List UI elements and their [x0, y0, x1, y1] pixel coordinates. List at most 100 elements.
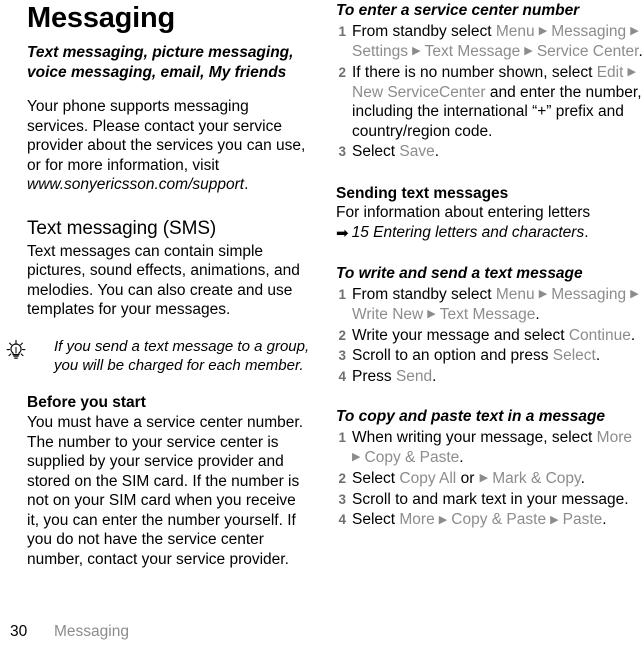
procedure-step: 4 Select More ▶ Copy & Paste ▶ Paste.: [336, 510, 643, 530]
step-text: From standby select: [352, 22, 496, 40]
ui-term: Text Message: [439, 305, 536, 323]
step-text: .: [535, 305, 540, 323]
ui-term: Mark & Copy: [492, 469, 581, 487]
page-footer: 30 Messaging: [10, 622, 129, 641]
step-number: 2: [338, 327, 346, 343]
step-text: From standby select: [352, 285, 496, 303]
sms-section-body: Text messages can contain simple picture…: [27, 242, 300, 319]
step-number: 3: [338, 348, 346, 363]
menu-separator-arrow-icon: ▶: [521, 45, 536, 57]
menu-separator-arrow-icon: ▶: [535, 288, 551, 300]
step-number: 1: [338, 23, 346, 39]
ui-term: Service Center: [536, 42, 639, 60]
step-text: .: [630, 326, 636, 344]
ui-term: More: [596, 428, 632, 446]
step-text: Write your message and select: [352, 326, 569, 344]
page-lede: Text messaging, picture messaging, voice…: [27, 44, 294, 81]
steps-service-center: 1 From standby select Menu ▶ Messaging ▶ …: [336, 22, 643, 162]
page-title: Messaging: [27, 2, 176, 34]
cross-reference-label: 15 Entering letters and characters: [351, 223, 585, 241]
before-you-start-body: You must have a service center number. T…: [27, 414, 303, 568]
step-text: Scroll to and mark text in your message.: [352, 490, 629, 508]
ui-term: New ServiceCenter: [352, 83, 486, 101]
procedure-step: 2 If there is no number shown, select Edi…: [336, 63, 643, 142]
menu-separator-arrow-icon: ▶: [547, 513, 562, 526]
ui-term: Save: [399, 143, 435, 160]
menu-separator-arrow-icon: ▶: [535, 25, 551, 37]
tip-text: If you send a text message to a group, y…: [54, 337, 310, 375]
ui-term: Select: [552, 347, 596, 364]
right-column: To enter a service center number 1 From s…: [336, 0, 643, 530]
menu-separator-arrow-icon: ▶: [627, 288, 639, 300]
step-text: Press: [352, 367, 396, 385]
procedure-step: 2 Select Copy All or ▶ Mark & Copy.: [336, 469, 643, 489]
sending-text-messages-heading: Sending text messages: [336, 184, 509, 202]
procedure-title-copy-paste: To copy and paste text in a message: [336, 408, 606, 425]
ui-term: Edit: [596, 63, 624, 81]
support-url: www.sonyericsson.com/support: [27, 176, 245, 193]
step-text: Select: [352, 469, 400, 487]
step-text: .: [580, 469, 585, 487]
footer-chapter-name: Messaging: [54, 623, 129, 640]
ui-term: Messaging: [551, 285, 627, 303]
ui-term: Menu: [495, 22, 535, 40]
step-text: When writing your message, select: [352, 428, 597, 446]
ui-term: Copy & Paste: [451, 511, 547, 528]
manual-page: Messaging Text messaging, picture messag…: [0, 0, 643, 653]
ui-term: Copy & Paste: [364, 448, 460, 466]
step-number: 4: [338, 512, 346, 527]
menu-separator-arrow-icon: ▶: [435, 513, 451, 526]
steps-copy-paste: 1 When writing your message, select More …: [336, 428, 643, 531]
menu-separator-arrow-icon: ▶: [624, 66, 636, 78]
menu-separator-arrow-icon: ▶: [409, 45, 424, 57]
ui-term: More: [399, 511, 435, 528]
ui-term: Copy All: [399, 469, 457, 487]
step-text: .: [602, 511, 607, 528]
step-number: 4: [338, 368, 346, 384]
step-number: 1: [338, 429, 346, 445]
step-text: .: [595, 347, 601, 364]
ui-term: Write New: [352, 305, 424, 323]
step-number: 3: [338, 491, 346, 507]
step-text: .: [434, 143, 440, 160]
procedure-title-write-send: To write and send a text message: [336, 265, 583, 282]
tip-note: If you send a text message to a group, y…: [6, 337, 312, 376]
procedure-step: 1 From standby select Menu ▶ Messaging ▶ …: [336, 22, 643, 62]
left-column: Messaging Text messaging, picture messag…: [6, 0, 312, 569]
ui-term: Text Message: [424, 42, 521, 60]
step-text: .: [638, 42, 643, 60]
step-text: If there is no number shown, select: [352, 63, 597, 81]
ui-term: Settings: [352, 42, 409, 60]
step-number: 2: [338, 64, 346, 80]
steps-write-send: 1 From standby select Menu ▶ Messaging ▶ …: [336, 285, 643, 387]
menu-separator-arrow-icon: ▶: [424, 308, 439, 320]
intro-paragraph: Your phone supports messaging services. …: [27, 97, 312, 195]
procedure-step: 1 From standby select Menu ▶ Messaging ▶ …: [336, 285, 643, 325]
intro-period: .: [244, 176, 249, 193]
sending-text-messages-body: For information about entering letters: [336, 204, 591, 221]
step-text: Select: [352, 143, 400, 160]
ui-term: Continue: [568, 326, 631, 344]
step-text: or: [456, 469, 479, 487]
step-text: .: [459, 448, 464, 466]
intro-text: Your phone supports messaging services. …: [27, 98, 306, 174]
before-you-start-heading: Before you start: [27, 393, 146, 411]
step-number: 1: [338, 286, 346, 302]
ui-term: Messaging: [551, 22, 627, 40]
menu-separator-arrow-icon: ▶: [627, 25, 639, 37]
step-text: Scroll to an option and press: [352, 347, 553, 364]
procedure-step: 2 Write your message and select Continue.: [336, 326, 643, 346]
menu-separator-arrow-icon: ▶: [479, 472, 492, 484]
procedure-step: 4 Press Send.: [336, 367, 643, 387]
step-text: .: [432, 367, 437, 385]
cross-reference-period: .: [584, 223, 589, 241]
procedure-step: 3 Scroll to an option and press Select.: [336, 346, 643, 366]
procedure-title-service-center: To enter a service center number: [336, 2, 580, 19]
procedure-step: 3 Scroll to and mark text in your message…: [336, 490, 643, 510]
procedure-step: 3 Select Save.: [336, 142, 643, 162]
page-number: 30: [10, 623, 28, 640]
cross-reference-arrow-icon: ➡: [336, 224, 349, 242]
sms-section-heading: Text messaging (SMS): [27, 217, 217, 239]
ui-term: Menu: [495, 285, 535, 303]
step-number: 2: [338, 470, 346, 486]
